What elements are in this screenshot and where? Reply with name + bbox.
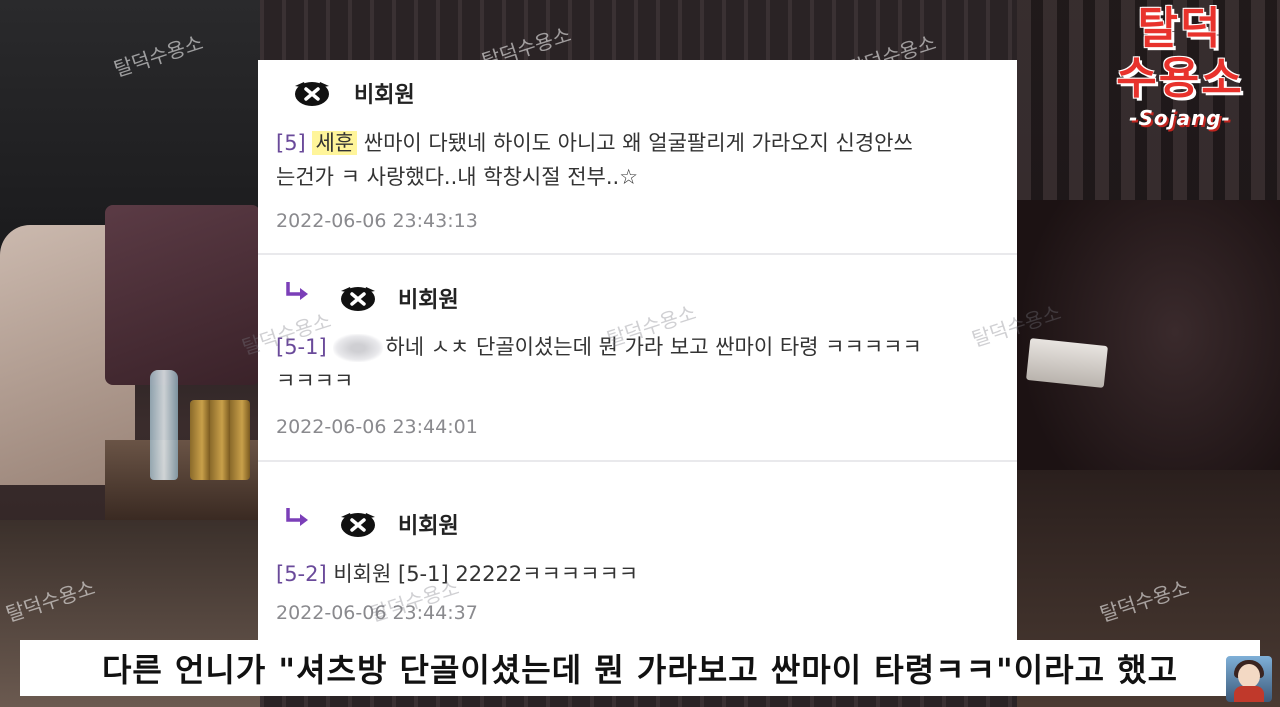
narrator-avatar [1226,656,1272,702]
masked-face-icon [341,287,375,311]
reply-arrow-icon [286,282,308,300]
comment-author[interactable]: 비회원 [398,508,459,540]
masked-face-icon [295,82,329,106]
comment-body-line-1: 비회원 [5-1] 22222ㅋㅋㅋㅋㅋㅋ [326,562,639,586]
logo-subtitle: -Sojang- [1129,106,1231,130]
subtitle-text: 다른 언니가 "셔츠방 단골이셨는데 뭔 가라보고 싼마이 타령ㅋㅋ"이라고 했… [101,651,1179,689]
comment-author[interactable]: 비회원 [354,77,415,109]
comment-body-line-2: ㅋㅋㅋㅋ [276,369,354,393]
comment-card: 비회원 [5] 세훈 싼마이 다됐네 하이도 아니고 왜 얼굴팔리게 가라오지 … [258,60,1017,640]
logo-line-2: 수용소 [1116,53,1244,104]
comment-body: [5-1] 하네 ㅅㅊ 단골이셨는데 뭔 가라 보고 싼마이 타령 ㅋㅋㅋㅋㅋ … [276,330,922,398]
subtitle-bar: 다른 언니가 "셔츠방 단골이셨는데 뭔 가라보고 싼마이 타령ㅋㅋ"이라고 했… [20,640,1260,696]
blurred-name [333,334,384,362]
reply-arrow-icon [286,508,308,526]
comment-date: 2022-06-06 23:44:01 [276,416,478,438]
comment-item: 비회원 [5] 세훈 싼마이 다됐네 하이도 아니고 왜 얼굴팔리게 가라오지 … [258,60,1017,250]
comment-author[interactable]: 비회원 [398,282,459,314]
comment-body: [5] 세훈 싼마이 다됐네 하이도 아니고 왜 얼굴팔리게 가라오지 신경안쓰… [276,126,913,194]
comment-divider [258,253,1017,255]
comment-body-line-2: 는건가 ㅋ 사랑했다..내 학창시절 전부..☆ [276,165,639,189]
highlighted-name: 세훈 [312,131,358,155]
comment-body-line-1: 싼마이 다됐네 하이도 아니고 왜 얼굴팔리게 가라오지 신경안쓰 [357,131,913,155]
comment-date: 2022-06-06 23:43:13 [276,210,478,232]
background-purple-sofa [105,205,260,385]
comment-ref-number: [5-2] [276,562,327,586]
reply-item: 비회원 [5-1] 하네 ㅅㅊ 단골이셨는데 뭔 가라 보고 싼마이 타령 ㅋㅋ… [258,256,1017,461]
background-cans [190,400,250,480]
channel-logo: 탈덕 수용소 -Sojang- [1090,3,1270,131]
background-water-bottle [150,370,178,480]
logo-line-1: 탈덕 [1137,3,1223,54]
background-tissue-box [1026,338,1108,388]
comment-ref-number: [5] [276,131,306,155]
masked-face-icon [341,513,375,537]
